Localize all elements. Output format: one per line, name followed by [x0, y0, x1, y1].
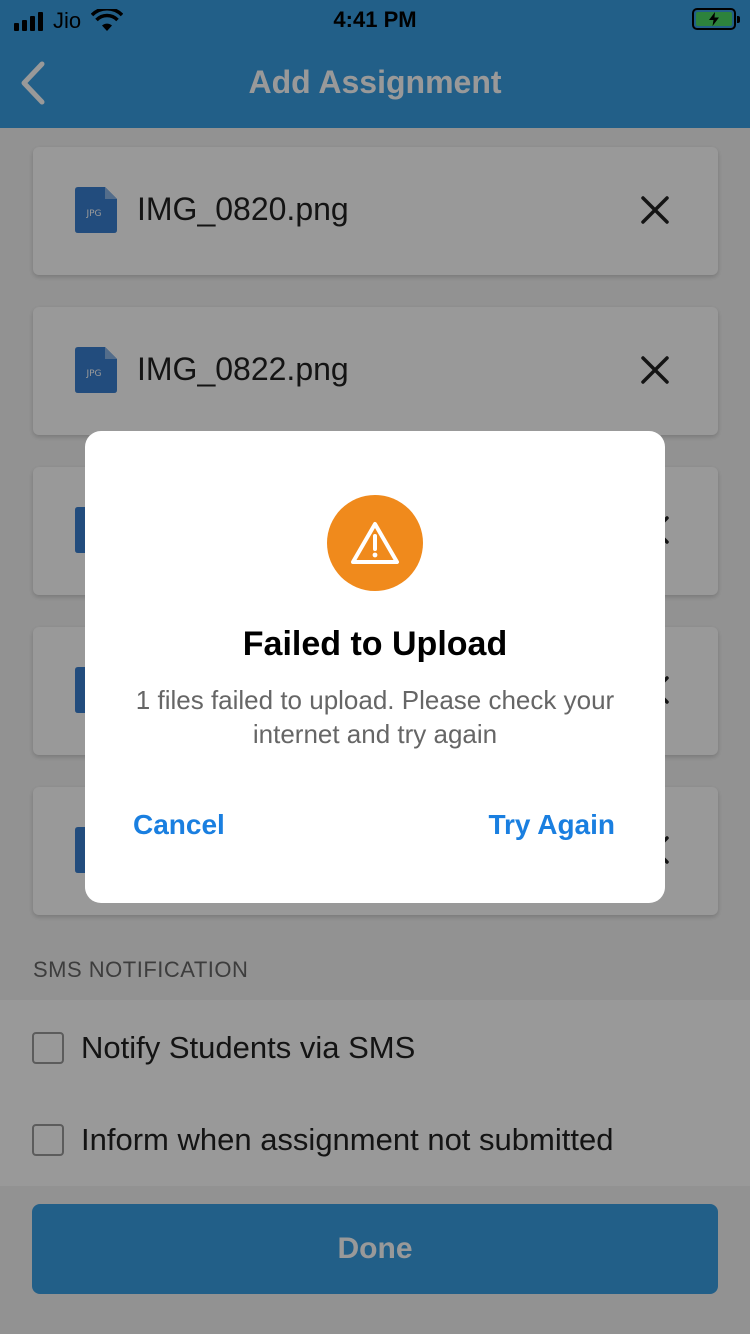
cancel-button[interactable]: Cancel — [133, 809, 225, 841]
warning-icon — [351, 522, 399, 564]
dialog-message: 1 files failed to upload. Please check y… — [135, 685, 615, 749]
dialog-title: Failed to Upload — [242, 625, 508, 663]
upload-failed-dialog: Failed to Upload 1 files failed to uploa… — [85, 431, 665, 903]
warning-badge — [327, 495, 423, 591]
try-again-button[interactable]: Try Again — [488, 809, 615, 841]
